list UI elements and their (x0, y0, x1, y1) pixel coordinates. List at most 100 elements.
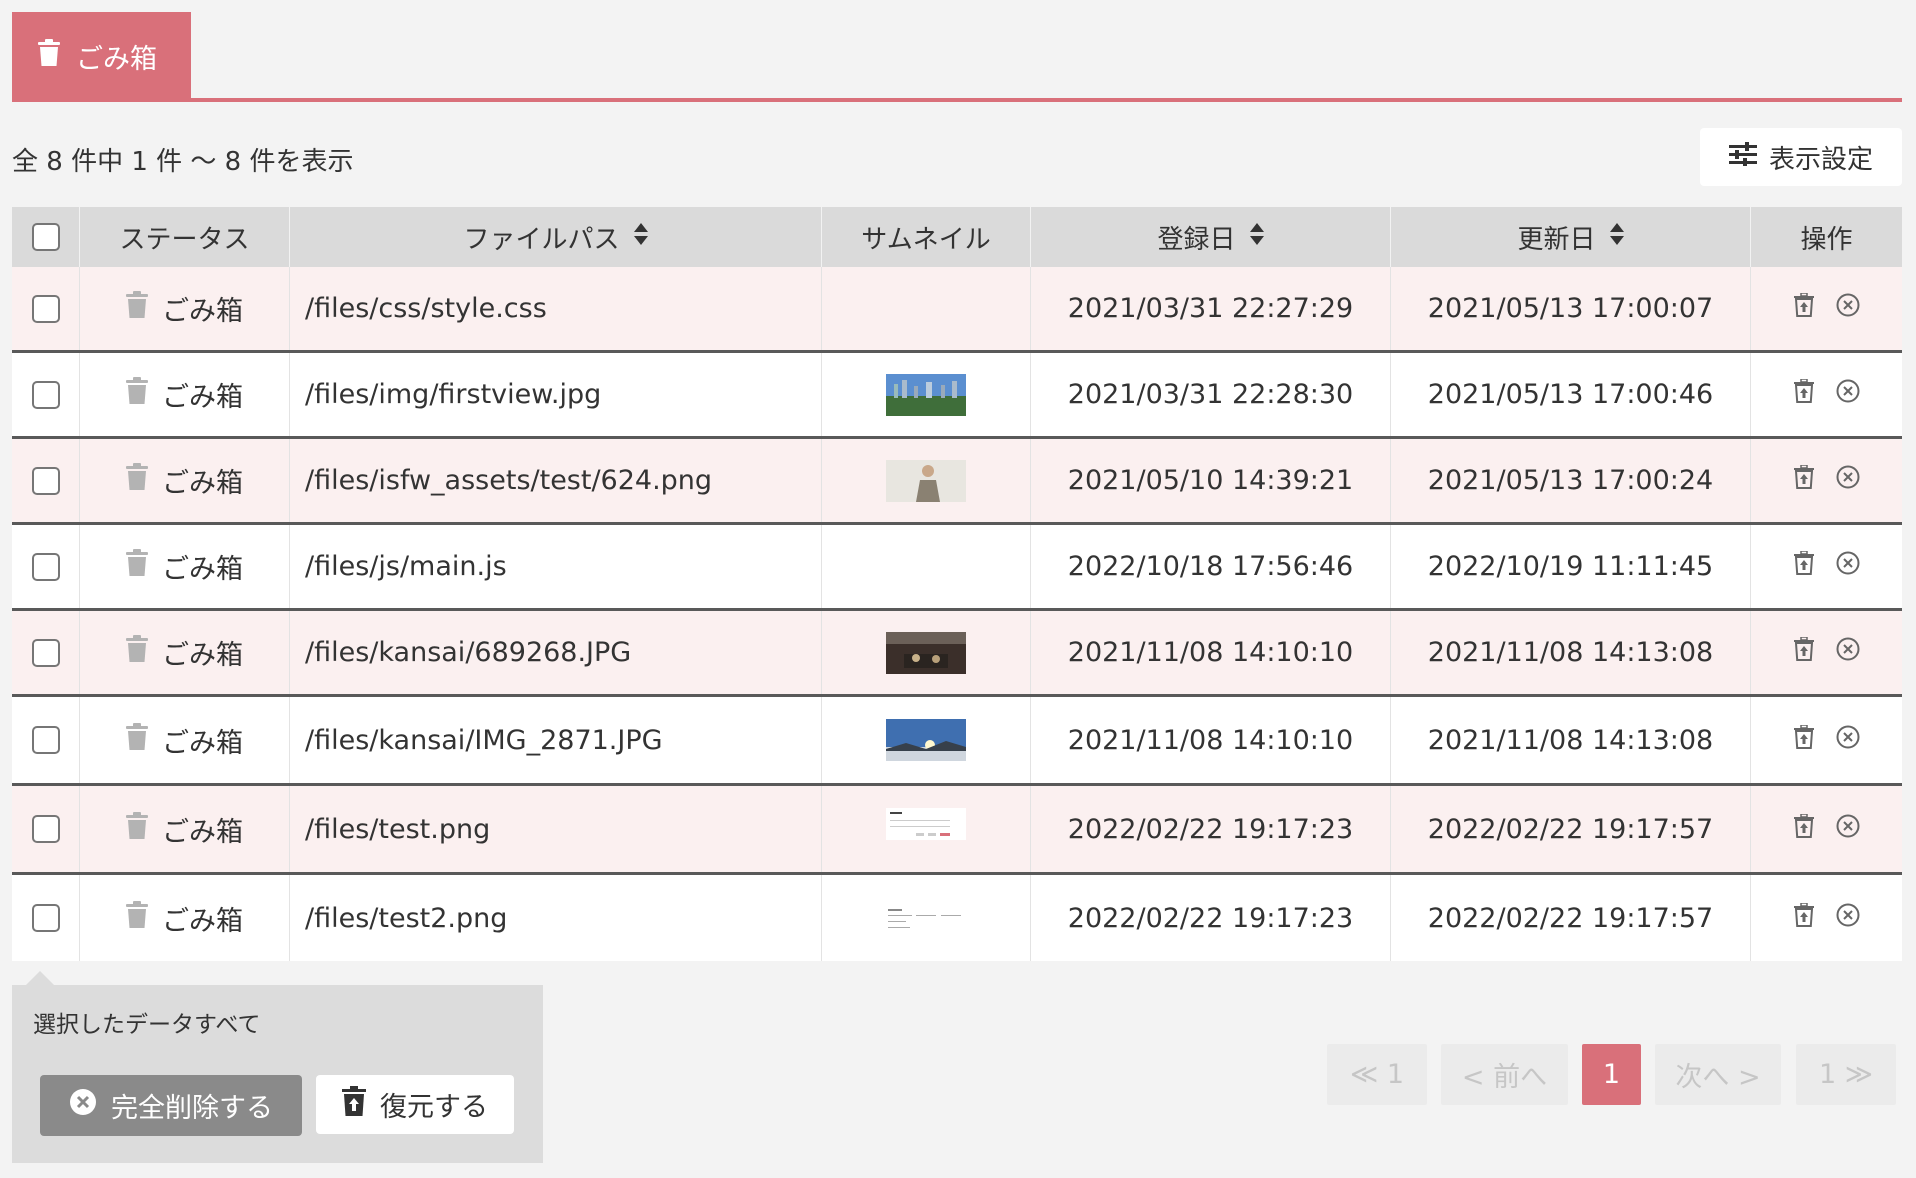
path-cell: /files/js/main.js (290, 525, 822, 608)
row-check-cell (12, 697, 80, 783)
restore-icon[interactable] (1793, 378, 1814, 410)
registered-cell: 2022/10/18 17:56:46 (1031, 525, 1391, 608)
close-circle-icon (69, 1088, 97, 1123)
delete-circle-icon[interactable] (1836, 465, 1860, 496)
trash-icon (126, 900, 148, 936)
restore-icon[interactable] (1793, 636, 1814, 668)
result-count: 全 8 件中 1 件 〜 8 件を表示 (12, 147, 354, 177)
path-cell: /files/isfw_assets/test/624.png (290, 439, 822, 522)
registered-cell: 2022/02/22 19:17:23 (1031, 786, 1391, 872)
restore-icon[interactable] (1793, 292, 1814, 324)
header-updated[interactable]: 更新日 (1391, 207, 1751, 267)
row-checkbox[interactable] (31, 294, 60, 323)
updated-cell: 2021/11/08 14:13:08 (1391, 697, 1751, 783)
trash-icon (38, 38, 60, 74)
delete-circle-icon[interactable] (1836, 637, 1860, 668)
table-row: ごみ箱/files/img/firstview.jpg 2021/03/31 22… (12, 353, 1902, 439)
status-label: ごみ箱 (162, 816, 243, 848)
permanent-delete-button[interactable]: 完全削除する (40, 1075, 302, 1136)
status-cell: ごみ箱 (80, 697, 290, 783)
page-next-button[interactable]: 次へ > (1655, 1044, 1781, 1105)
updated-cell: 2021/05/13 17:00:24 (1391, 439, 1751, 522)
trash-icon (126, 722, 148, 758)
delete-circle-icon[interactable] (1836, 814, 1860, 845)
restore-button[interactable]: 復元する (316, 1075, 514, 1134)
updated-cell: 2021/05/13 17:00:07 (1391, 267, 1751, 350)
updated-cell: 2022/02/22 19:17:57 (1391, 875, 1751, 961)
status-label: ごみ箱 (162, 296, 243, 327)
tab-bar: ごみ箱 (12, 12, 1902, 102)
status-cell: ごみ箱 (80, 267, 290, 350)
header-path[interactable]: ファイルパス (290, 207, 822, 267)
delete-circle-icon[interactable] (1836, 725, 1860, 756)
thumbnail-image (886, 897, 966, 939)
page-current-button[interactable]: 1 (1582, 1044, 1641, 1105)
header-registered-label: 登録日 (1157, 224, 1236, 255)
header-thumbnail: サムネイル (822, 207, 1031, 267)
restore-icon[interactable] (1793, 464, 1814, 496)
restore-icon[interactable] (1793, 723, 1814, 756)
path-cell: /files/img/firstview.jpg (290, 353, 822, 436)
table-header: ステータス ファイルパス サムネイル 登録日 更新日 操作 (12, 207, 1902, 267)
row-check-cell (12, 353, 80, 436)
path-cell: /files/kansai/689268.JPG (290, 611, 822, 694)
row-checkbox[interactable] (31, 815, 60, 843)
page-last-button[interactable]: 1 ≫ (1796, 1044, 1896, 1105)
sort-icon[interactable] (1609, 222, 1624, 252)
thumbnail-cell (822, 267, 1031, 350)
restore-icon[interactable] (1793, 550, 1814, 582)
row-checkbox[interactable] (31, 904, 60, 932)
delete-circle-icon[interactable] (1836, 551, 1860, 582)
trash-icon (126, 549, 148, 584)
header-status: ステータス (80, 207, 290, 267)
delete-circle-icon[interactable] (1836, 293, 1860, 324)
status-cell: ごみ箱 (80, 786, 290, 872)
select-all-checkbox[interactable] (31, 223, 60, 251)
status-cell: ごみ箱 (80, 875, 290, 961)
table-row: ごみ箱/files/test2.png 2022/02/22 19:17:23 20… (12, 875, 1902, 961)
row-checkbox[interactable] (31, 380, 60, 409)
row-checkbox[interactable] (31, 552, 60, 581)
registered-cell: 2021/05/10 14:39:21 (1031, 439, 1391, 522)
sort-icon[interactable] (633, 222, 648, 252)
status-label: ごみ箱 (162, 727, 243, 759)
header-registered[interactable]: 登録日 (1031, 207, 1391, 267)
thumbnail-image (886, 808, 966, 850)
display-settings-label: 表示設定 (1768, 144, 1873, 175)
row-checkbox[interactable] (31, 638, 60, 667)
restore-icon[interactable] (1793, 812, 1814, 845)
page-prev-button[interactable]: < 前へ (1441, 1044, 1568, 1105)
sort-icon[interactable] (1249, 222, 1264, 252)
table-row: ごみ箱/files/kansai/689268.JPG 2021/11/08 14… (12, 611, 1902, 697)
bulk-action-panel: 選択したデータすべて 完全削除する 復元する (12, 971, 543, 1163)
tab-trash[interactable]: ごみ箱 (12, 12, 191, 100)
operations-cell (1751, 267, 1902, 350)
updated-cell: 2021/11/08 14:13:08 (1391, 611, 1751, 694)
trash-icon (126, 463, 148, 498)
row-checkbox[interactable] (31, 466, 60, 495)
registered-cell: 2021/03/31 22:28:30 (1031, 353, 1391, 436)
operations-cell (1751, 875, 1902, 961)
row-checkbox[interactable] (31, 726, 60, 754)
trash-icon (126, 635, 148, 670)
updated-cell: 2022/10/19 11:11:45 (1391, 525, 1751, 608)
tab-label: ごみ箱 (76, 43, 157, 75)
bulk-action-title: 選択したデータすべて (33, 1012, 261, 1038)
table-row: ごみ箱/files/test.png 2022/02/22 19:17:23 202… (12, 786, 1902, 875)
header-check-cell (12, 207, 80, 267)
display-settings-button[interactable]: 表示設定 (1700, 128, 1902, 186)
row-check-cell (12, 525, 80, 608)
registered-cell: 2021/03/31 22:27:29 (1031, 267, 1391, 350)
status-cell: ごみ箱 (80, 439, 290, 522)
updated-cell: 2022/02/22 19:17:57 (1391, 786, 1751, 872)
trash-icon (126, 377, 148, 412)
delete-circle-icon[interactable] (1836, 903, 1860, 934)
status-cell: ごみ箱 (80, 353, 290, 436)
row-check-cell (12, 786, 80, 872)
restore-icon[interactable] (1793, 901, 1814, 934)
path-cell: /files/kansai/IMG_2871.JPG (290, 697, 822, 783)
page-first-button[interactable]: ≪ 1 (1327, 1044, 1427, 1105)
delete-circle-icon[interactable] (1836, 379, 1860, 410)
thumbnail-image (886, 719, 966, 761)
operations-cell (1751, 786, 1902, 872)
